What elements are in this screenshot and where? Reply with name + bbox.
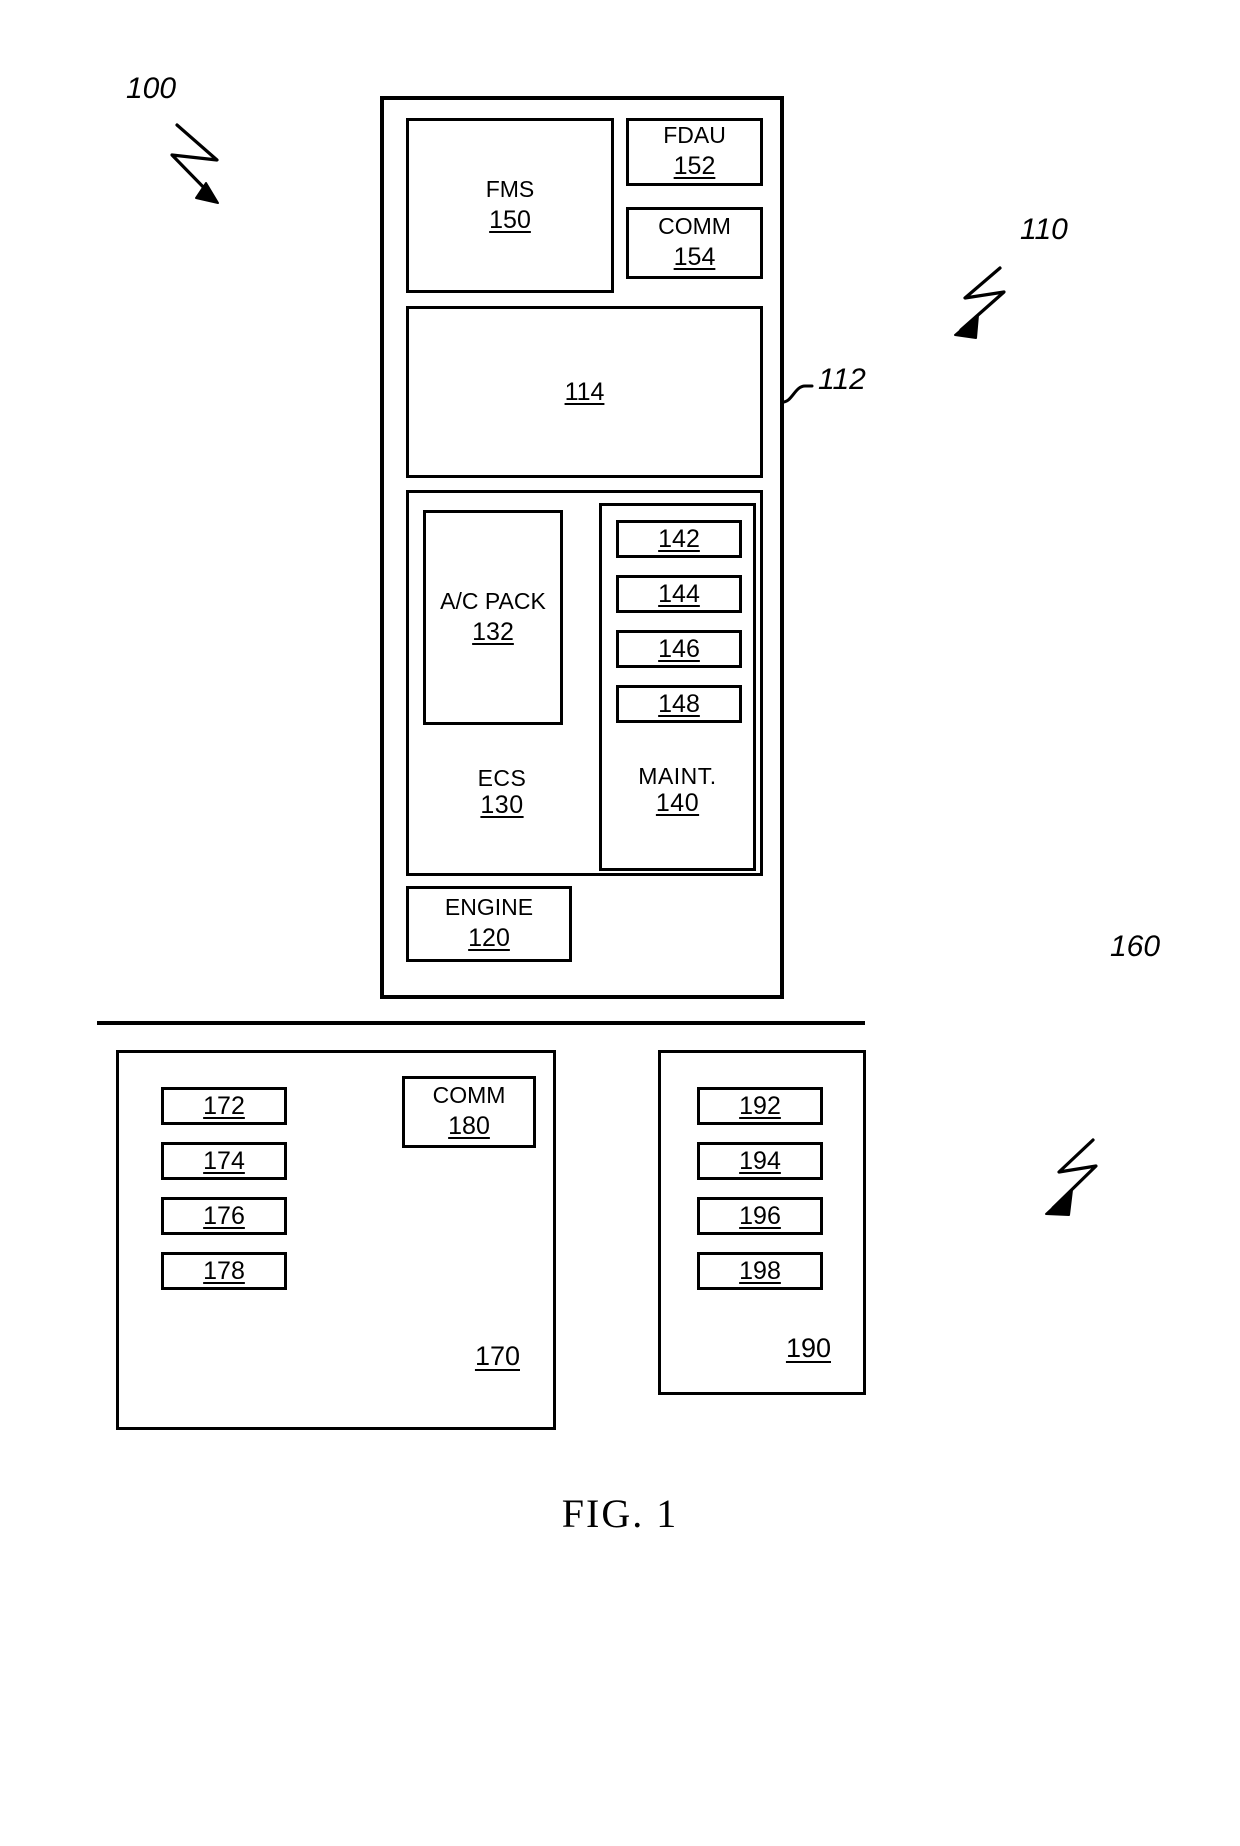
comm-180-label: COMM — [432, 1082, 506, 1109]
station-190-item-196[interactable]: 196 — [697, 1197, 823, 1235]
maint-item-146[interactable]: 146 — [616, 630, 742, 668]
station-170-item-176[interactable]: 176 — [161, 1197, 287, 1235]
ref-112-label: 112 — [818, 363, 866, 396]
station-170-item-176-num: 176 — [203, 1201, 245, 1230]
engine-label: ENGINE — [444, 894, 534, 921]
maint-label: MAINT. — [638, 763, 717, 789]
ground-station-190-box[interactable]: 192 194 196 198 190 — [658, 1050, 866, 1395]
station-190-item-192[interactable]: 192 — [697, 1087, 823, 1125]
station-170-item-174[interactable]: 174 — [161, 1142, 287, 1180]
maint-num: 140 — [655, 789, 700, 818]
ref-110-label: 110 — [1020, 213, 1068, 246]
ground-station-170-box[interactable]: 172 174 176 178 COMM 180 170 — [116, 1050, 556, 1430]
ecs-box[interactable]: A/C PACK 132 ECS 130 142 144 146 148 MAI… — [406, 490, 763, 876]
comm-154-num: 154 — [673, 243, 716, 272]
engine-box[interactable]: ENGINE 120 — [406, 886, 572, 962]
station-170-item-174-num: 174 — [203, 1146, 245, 1175]
station-190-item-194-num: 194 — [739, 1146, 781, 1175]
station-170-item-172[interactable]: 172 — [161, 1087, 287, 1125]
ecs-caption: ECS 130 — [409, 765, 595, 820]
fdau-box[interactable]: FDAU 152 — [626, 118, 763, 186]
station-170-num: 170 — [474, 1341, 520, 1371]
maint-item-148-num: 148 — [658, 689, 700, 718]
station-190-item-198-num: 198 — [739, 1256, 781, 1285]
engine-num: 120 — [468, 924, 510, 953]
maint-item-144-num: 144 — [658, 579, 700, 608]
panel-114-box[interactable]: 114 — [406, 306, 763, 478]
comm-180-num: 180 — [448, 1112, 490, 1141]
ecs-label: ECS — [477, 765, 527, 791]
panel-114-num: 114 — [564, 377, 605, 406]
comm-154-box[interactable]: COMM 154 — [626, 207, 763, 279]
station-190-num: 190 — [785, 1333, 831, 1363]
maint-item-142-num: 142 — [658, 524, 700, 553]
station-170-item-178[interactable]: 178 — [161, 1252, 287, 1290]
comm-180-box[interactable]: COMM 180 — [402, 1076, 536, 1148]
ecs-num: 130 — [480, 791, 524, 820]
ref-100-label: 100 — [126, 72, 177, 105]
ref-110-arrow — [954, 266, 1006, 339]
fms-num: 150 — [489, 205, 531, 234]
ref-100-arrow — [170, 123, 219, 204]
comm-154-label: COMM — [658, 213, 731, 240]
fdau-label: FDAU — [663, 122, 726, 149]
ground-datum-line — [97, 1021, 865, 1025]
maint-item-148[interactable]: 148 — [616, 685, 742, 723]
fms-box[interactable]: FMS 150 — [406, 118, 614, 293]
station-190-item-192-num: 192 — [739, 1091, 781, 1120]
station-170-item-172-num: 172 — [203, 1091, 245, 1120]
station-190-item-194[interactable]: 194 — [697, 1142, 823, 1180]
ac-pack-num: 132 — [472, 617, 514, 646]
ref-112-leader — [781, 384, 814, 404]
maint-item-146-num: 146 — [658, 634, 700, 663]
maint-item-144[interactable]: 144 — [616, 575, 742, 613]
station-190-item-198[interactable]: 198 — [697, 1252, 823, 1290]
station-170-item-178-num: 178 — [203, 1256, 245, 1285]
fdau-num: 152 — [673, 152, 716, 181]
figure-caption: FIG. 1 — [561, 1491, 679, 1536]
ref-160-arrow — [1045, 1138, 1098, 1216]
fms-label: FMS — [485, 175, 535, 202]
maint-caption: MAINT. 140 — [602, 763, 753, 818]
ref-160-label: 160 — [1110, 930, 1161, 963]
station-190-item-196-num: 196 — [739, 1201, 781, 1230]
maint-item-142[interactable]: 142 — [616, 520, 742, 558]
patent-figure: 100 110 112 160 FMS 150 FDAU 152 COMM 15… — [0, 0, 1240, 1846]
ac-pack-label: A/C PACK — [440, 587, 546, 614]
maint-box[interactable]: 142 144 146 148 MAINT. 140 — [599, 503, 756, 871]
ac-pack-box[interactable]: A/C PACK 132 — [423, 510, 563, 725]
